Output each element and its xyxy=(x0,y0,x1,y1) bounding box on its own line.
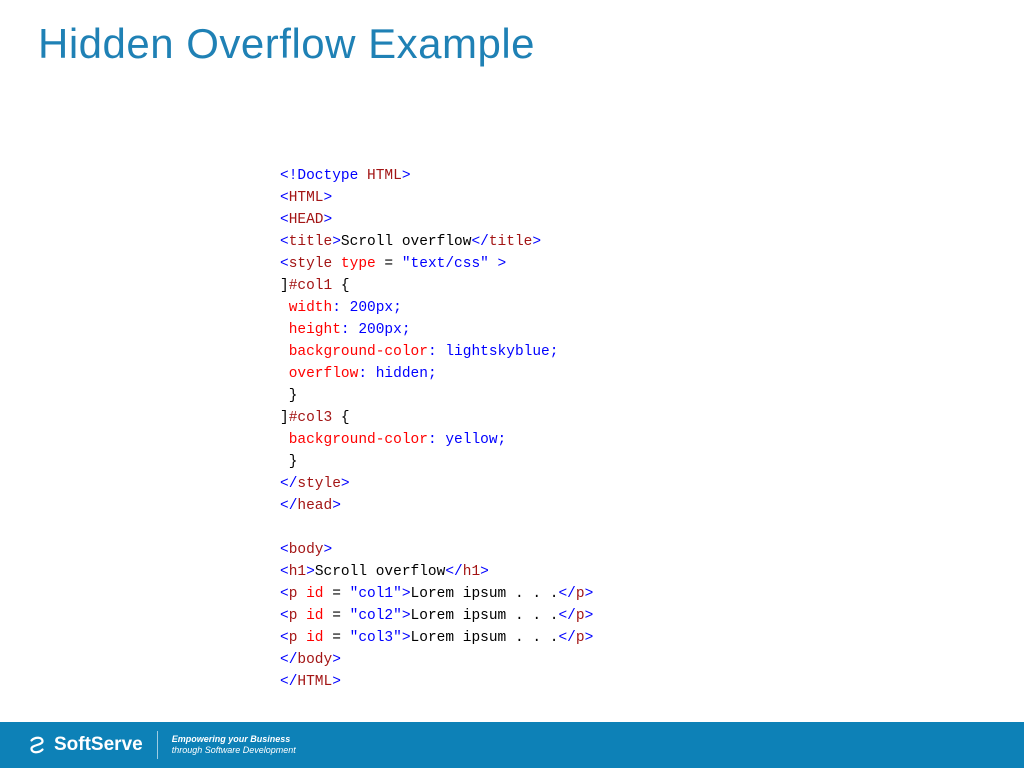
code-line: </head> xyxy=(280,495,593,517)
code-line: background-color: yellow; xyxy=(280,429,593,451)
code-line: </HTML> xyxy=(280,671,593,693)
code-block: <!Doctype HTML> <HTML> <HEAD> <title>Scr… xyxy=(280,165,593,693)
footer-divider xyxy=(157,731,158,759)
slide-title: Hidden Overflow Example xyxy=(38,20,535,68)
code-line: <HEAD> xyxy=(280,209,593,231)
brand-name: SoftServe xyxy=(54,734,143,756)
code-line: ]#col1 { xyxy=(280,275,593,297)
logo-mark-icon xyxy=(26,734,48,756)
code-line: width: 200px; xyxy=(280,297,593,319)
footer-bar: SoftServe Empowering your Business throu… xyxy=(0,722,1024,768)
code-line: <title>Scroll overflow</title> xyxy=(280,231,593,253)
code-line: </style> xyxy=(280,473,593,495)
code-line: <style type = "text/css" > xyxy=(280,253,593,275)
code-line: ]#col3 { xyxy=(280,407,593,429)
code-line: <h1>Scroll overflow</h1> xyxy=(280,561,593,583)
code-line: <HTML> xyxy=(280,187,593,209)
code-line: overflow: hidden; xyxy=(280,363,593,385)
code-line: background-color: lightskyblue; xyxy=(280,341,593,363)
code-line: <body> xyxy=(280,539,593,561)
code-line: } xyxy=(280,451,593,473)
code-line: <!Doctype HTML> xyxy=(280,165,593,187)
code-line: <p id = "col2">Lorem ipsum . . .</p> xyxy=(280,605,593,627)
code-line: } xyxy=(280,385,593,407)
code-line: </body> xyxy=(280,649,593,671)
code-line: <p id = "col1">Lorem ipsum . . .</p> xyxy=(280,583,593,605)
code-line: <p id = "col3">Lorem ipsum . . .</p> xyxy=(280,627,593,649)
footer-tagline: Empowering your Business through Softwar… xyxy=(172,734,296,756)
code-line: height: 200px; xyxy=(280,319,593,341)
brand-logo: SoftServe xyxy=(26,734,143,756)
